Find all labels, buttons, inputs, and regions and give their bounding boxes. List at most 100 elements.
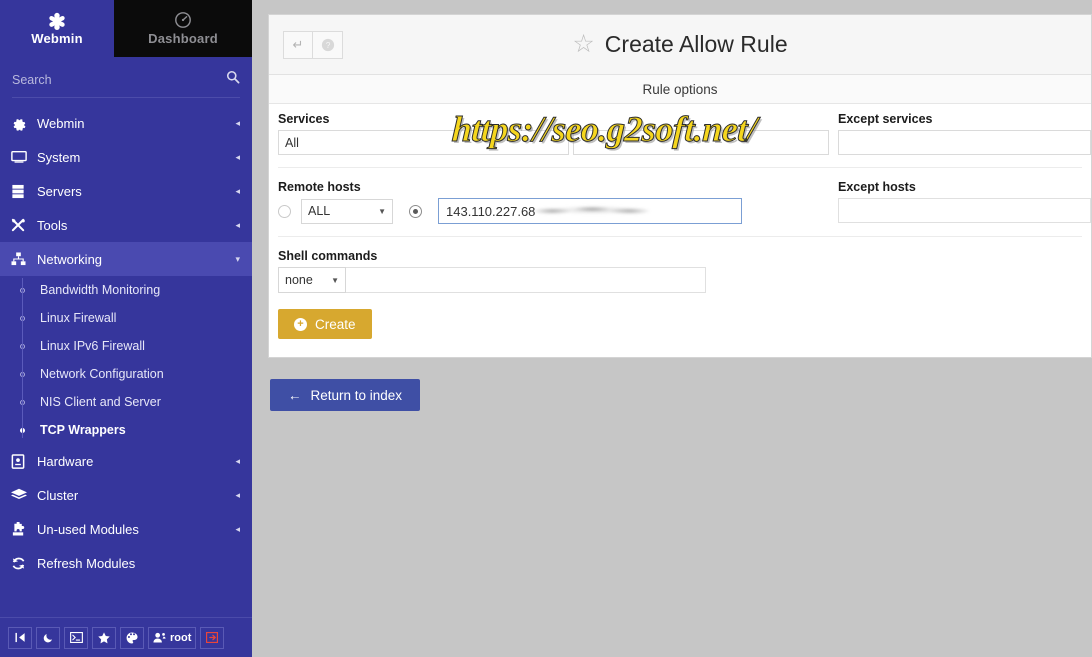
brand-webmin[interactable]: Webmin xyxy=(0,0,114,57)
sidebar-item-label: Cluster xyxy=(37,487,79,503)
sidebar-item-servers[interactable]: Servers ◂ xyxy=(0,174,252,208)
plus-icon: + xyxy=(294,317,307,331)
search-input[interactable] xyxy=(12,72,202,87)
remote-hosts-select-value: ALL xyxy=(308,204,331,218)
sidebar-item-label: Un-used Modules xyxy=(37,521,139,537)
rule-options-header: Rule options xyxy=(269,75,1091,104)
services-row: Services Except services xyxy=(269,104,1091,155)
chevron-left-icon: ◂ xyxy=(235,151,240,162)
shell-commands-select[interactable]: none ▼ xyxy=(278,267,346,293)
server-rack-icon xyxy=(11,184,33,199)
sidebar-item-tools[interactable]: Tools ◂ xyxy=(0,208,252,242)
rule-options-form: Services Except services Rem xyxy=(269,104,1091,357)
sidebar-item-networking[interactable]: Networking ▾ xyxy=(0,242,252,276)
create-button-wrap: + Create xyxy=(269,293,1091,357)
sidebar-search-row[interactable] xyxy=(12,62,240,98)
shell-commands-input[interactable] xyxy=(346,267,706,293)
panel-header: ↵ ? ☆ Create Allow Rule xyxy=(269,15,1091,75)
rule-options-label: Rule options xyxy=(642,81,718,97)
sidebar-item-label: Webmin xyxy=(37,115,85,131)
shell-commands-row: Shell commands none ▼ xyxy=(269,237,1091,293)
sidebar-item-webmin[interactable]: Webmin ◂ xyxy=(0,106,252,140)
sidebar-item-un-used-modules[interactable]: Un-used Modules ◂ xyxy=(0,512,252,546)
favorites-button[interactable] xyxy=(92,626,116,649)
sidebar-item-label: Refresh Modules xyxy=(37,555,136,571)
services-input[interactable] xyxy=(278,130,569,155)
sidebar-item-label: Servers xyxy=(37,183,82,199)
chevron-left-icon: ◂ xyxy=(235,523,240,534)
hosts-row: Remote hosts ALL ▼ 143.110.227.68 Except… xyxy=(269,168,1091,224)
return-to-index-button[interactable]: ← Return to index xyxy=(270,379,421,411)
shell-commands-label: Shell commands xyxy=(278,249,378,263)
sidebar-subitem-linux-ipv6-firewall[interactable]: Linux IPv6 Firewall xyxy=(0,332,252,360)
user-root-label: root xyxy=(170,631,192,644)
services-middle-column xyxy=(569,104,829,155)
dashboard-tab[interactable]: Dashboard xyxy=(114,0,252,57)
collapse-sidebar-button[interactable] xyxy=(8,626,32,649)
except-hosts-input[interactable] xyxy=(838,198,1091,223)
sidebar-subitem-label: Bandwidth Monitoring xyxy=(40,283,161,297)
networking-submenu: Bandwidth Monitoring Linux Firewall Linu… xyxy=(0,276,252,444)
sidebar-item-hardware[interactable]: Hardware ◂ xyxy=(0,444,252,478)
services-middle-input[interactable] xyxy=(573,130,829,155)
webmin-logo-icon xyxy=(47,12,67,30)
sidebar-subitem-linux-firewall[interactable]: Linux Firewall xyxy=(0,304,252,332)
chevron-down-icon: ▼ xyxy=(378,206,386,216)
sidebar: Webmin Dashboard Webmin ◂ xyxy=(0,0,252,657)
remote-hosts-select[interactable]: ALL ▼ xyxy=(301,198,393,224)
sidebar-subitem-label: NIS Client and Server xyxy=(40,395,161,409)
bullet-icon xyxy=(17,343,28,349)
remote-hosts-custom-radio[interactable] xyxy=(409,204,422,218)
services-middle-label xyxy=(573,112,829,126)
create-button[interactable]: + Create xyxy=(278,309,372,339)
puzzle-icon xyxy=(11,521,33,537)
shell-commands-controls: none ▼ xyxy=(278,267,1091,293)
terminal-button[interactable] xyxy=(64,626,88,649)
sidebar-subitem-bandwidth-monitoring[interactable]: Bandwidth Monitoring xyxy=(0,276,252,304)
gear-icon xyxy=(11,116,33,131)
logout-button[interactable] xyxy=(200,626,225,649)
header-button-group: ↵ ? xyxy=(283,30,343,59)
refresh-icon xyxy=(11,556,33,571)
except-services-input[interactable] xyxy=(838,130,1091,155)
favorite-star-icon[interactable]: ☆ xyxy=(572,32,594,57)
sidebar-item-label: Networking xyxy=(37,251,103,267)
sidebar-item-cluster[interactable]: Cluster ◂ xyxy=(0,478,252,512)
bullet-icon xyxy=(17,427,28,433)
monitor-icon xyxy=(11,150,33,164)
except-services-column: Except services xyxy=(829,104,1091,155)
sidebar-subitem-network-configuration[interactable]: Network Configuration xyxy=(0,360,252,388)
bullet-icon xyxy=(17,287,28,293)
chevron-left-icon: ◂ xyxy=(235,489,240,500)
tools-icon xyxy=(11,218,33,233)
remote-hosts-input[interactable] xyxy=(438,198,742,224)
dashboard-gauge-icon xyxy=(174,11,192,29)
sidebar-item-label: System xyxy=(37,149,81,165)
services-column: Services xyxy=(269,104,569,155)
remote-hosts-all-radio[interactable] xyxy=(278,204,291,218)
sidebar-footer: root xyxy=(0,617,252,657)
sidebar-subitem-nis-client-and-server[interactable]: NIS Client and Server xyxy=(0,388,252,416)
sidebar-item-refresh-modules[interactable]: Refresh Modules xyxy=(0,546,252,580)
except-hosts-label: Except hosts xyxy=(838,180,916,194)
sidebar-item-system[interactable]: System ◂ xyxy=(0,140,252,174)
sidebar-brand-bar: Webmin Dashboard xyxy=(0,0,252,57)
brand-label: Webmin xyxy=(31,30,83,46)
user-root-button[interactable]: root xyxy=(148,626,197,649)
return-to-index-label: Return to index xyxy=(310,387,403,403)
chevron-down-icon: ▼ xyxy=(331,275,339,285)
page-title-wrap: ☆ Create Allow Rule xyxy=(269,31,1091,58)
create-button-label: Create xyxy=(315,316,356,332)
sidebar-subitem-tcp-wrappers[interactable]: TCP Wrappers xyxy=(0,416,252,444)
bullet-icon xyxy=(17,315,28,321)
night-mode-button[interactable] xyxy=(36,626,60,649)
hardware-chip-icon xyxy=(11,453,33,469)
theme-palette-button[interactable] xyxy=(120,626,144,649)
services-label: Services xyxy=(278,112,330,126)
dashboard-label: Dashboard xyxy=(148,31,218,46)
svg-text:?: ? xyxy=(325,40,330,50)
search-icon[interactable] xyxy=(226,70,240,89)
back-button[interactable]: ↵ xyxy=(283,30,313,59)
help-button[interactable]: ? xyxy=(313,30,343,59)
remote-hosts-controls: ALL ▼ xyxy=(278,198,829,224)
